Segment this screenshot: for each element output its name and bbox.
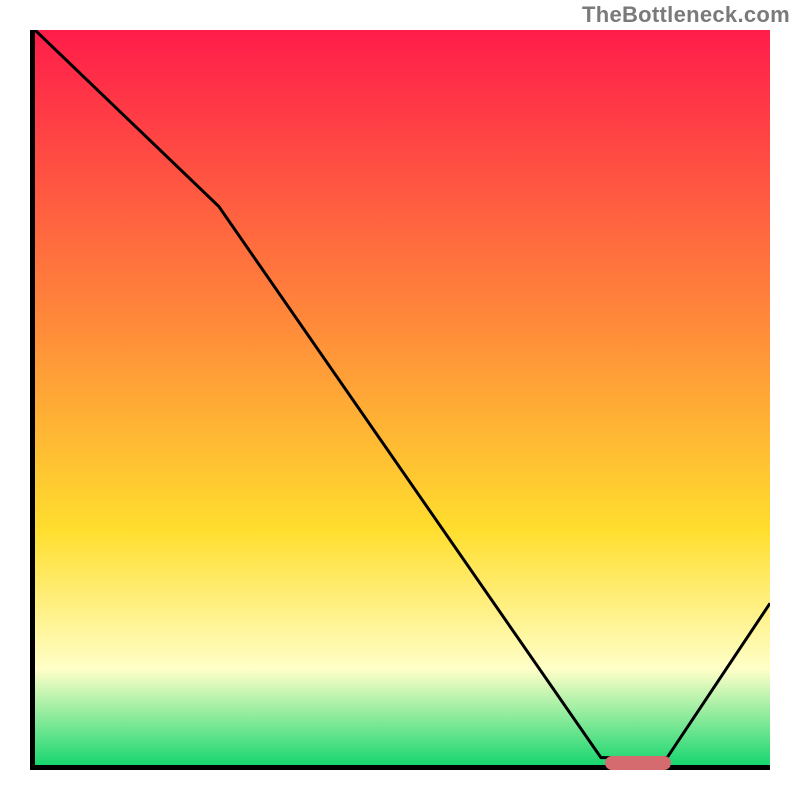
chart-line xyxy=(35,30,770,765)
chart-area xyxy=(30,30,770,770)
attribution-text: TheBottleneck.com xyxy=(582,2,790,28)
optimal-range-marker xyxy=(605,756,672,770)
